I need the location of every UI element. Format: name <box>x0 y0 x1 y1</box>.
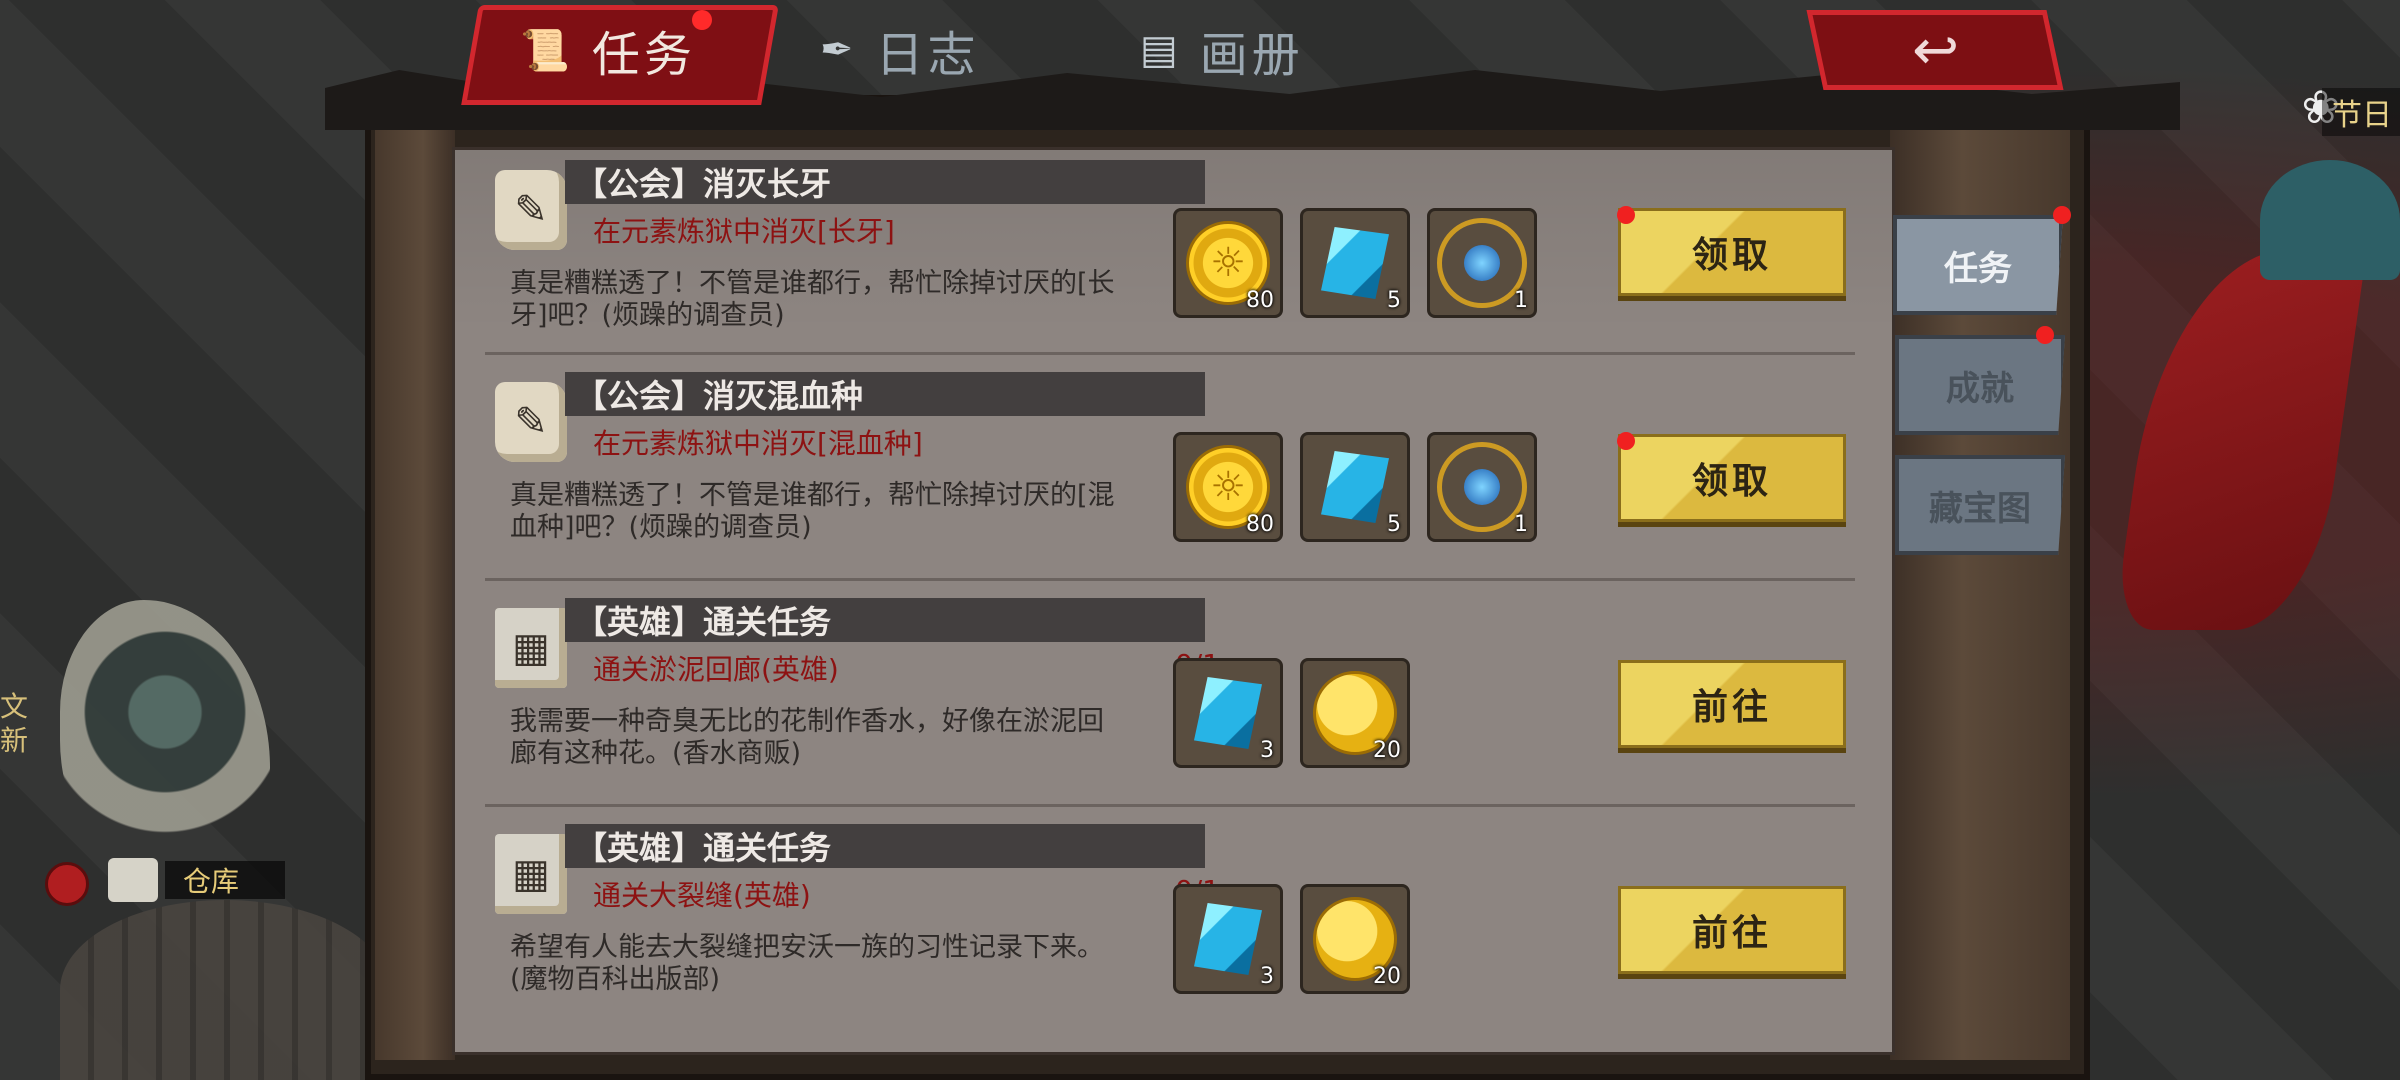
quest-title: 【公会】消灭混血种 <box>565 372 1205 416</box>
side-tab-quests-label: 任务 <box>1944 248 2012 289</box>
quest-row-1: ✎ 【公会】消灭长牙 在元素炼狱中消灭[长牙] 真是糟糕透了！不管是谁都行，帮忙… <box>485 160 1855 380</box>
side-tab-quests-badge <box>2053 206 2071 224</box>
reward-count: 1 <box>1514 512 1528 537</box>
quill-icon: ✒ <box>820 27 858 73</box>
quest-title: 【公会】消灭长牙 <box>565 160 1205 204</box>
reward-count: 1 <box>1514 288 1528 313</box>
side-tab-achievements[interactable]: 成就 <box>1895 335 2065 435</box>
quest-description: 真是糟糕透了！不管是谁都行，帮忙除掉讨厌的[混血种]吧？(烦躁的调查员) <box>510 480 1115 543</box>
barrels-scenery <box>60 900 390 1080</box>
reward-count: 80 <box>1246 512 1274 537</box>
storage-chest-icon[interactable] <box>108 858 158 902</box>
reward-slot[interactable]: ☼ 80 <box>1173 432 1283 542</box>
reward-slot[interactable]: 1 <box>1427 208 1537 318</box>
reward-count: 3 <box>1260 738 1274 763</box>
row-divider <box>485 578 1855 581</box>
tab-journal[interactable]: ✒ 日志 <box>820 10 980 90</box>
quest-objective: 在元素炼狱中消灭[混血种] <box>593 427 923 460</box>
back-button[interactable]: ↩ <box>1806 10 2064 90</box>
side-tab-achievements-label: 成就 <box>1946 368 2014 409</box>
go-button[interactable]: 前往 <box>1618 660 1846 748</box>
row-divider <box>485 804 1855 807</box>
quest-objective: 通关淤泥回廊(英雄) <box>593 653 839 686</box>
quest-title: 【英雄】通关任务 <box>565 598 1205 642</box>
storage-label[interactable]: 仓库 <box>165 861 285 899</box>
claim-badge <box>1617 206 1635 224</box>
reward-slot[interactable]: 5 <box>1300 208 1410 318</box>
scroll-icon: 📜 <box>520 27 574 74</box>
side-tab-quests[interactable]: 任务 <box>1893 215 2063 315</box>
reward-count: 5 <box>1387 288 1401 313</box>
tab-quests[interactable]: 📜 任务 <box>520 10 696 90</box>
scroll-icon: ✎ <box>495 170 567 250</box>
claim-button[interactable]: 领取 <box>1618 434 1846 522</box>
go-button[interactable]: 前往 <box>1618 886 1846 974</box>
quest-objective: 通关大裂缝(英雄) <box>593 879 811 912</box>
festival-label[interactable]: 节日 <box>2322 88 2400 136</box>
reward-count: 20 <box>1373 964 1401 989</box>
tab-quests-label: 任务 <box>591 27 696 83</box>
side-tab-achievements-badge <box>2036 326 2054 344</box>
reward-slot[interactable]: 20 <box>1300 658 1410 768</box>
quest-title: 【英雄】通关任务 <box>565 824 1205 868</box>
calendar-icon: ▦ <box>495 608 567 688</box>
reward-slot[interactable]: 1 <box>1427 432 1537 542</box>
claim-button[interactable]: 领取 <box>1618 208 1846 296</box>
reward-slot[interactable]: 5 <box>1300 432 1410 542</box>
blue-crystal-icon <box>1321 451 1389 523</box>
left-wood-panel <box>375 130 455 1060</box>
side-tab-treasure-map[interactable]: 藏宝图 <box>1895 455 2065 555</box>
claim-badge <box>1617 432 1635 450</box>
left-edge-text: 文 新 <box>0 690 29 757</box>
row-divider <box>485 352 1855 355</box>
book-icon: ▤ <box>1140 27 1182 73</box>
tab-journal-label: 日志 <box>875 27 980 83</box>
quest-row-2: ✎ 【公会】消灭混血种 在元素炼狱中消灭[混血种] 真是糟糕透了！不管是谁都行，… <box>485 372 1855 592</box>
tab-album[interactable]: ▤ 画册 <box>1140 10 1304 90</box>
blue-crystal-icon <box>1194 903 1262 975</box>
quest-description: 希望有人能去大裂缝把安沃一族的习性记录下来。(魔物百科出版部) <box>510 932 1104 995</box>
quest-objective: 在元素炼狱中消灭[长牙] <box>593 215 895 248</box>
quest-row-4: ▦ 【英雄】通关任务 通关大裂缝(英雄) 0/1 希望有人能去大裂缝把安沃一族的… <box>485 824 1855 1044</box>
reward-slot[interactable]: 3 <box>1173 658 1283 768</box>
blue-crystal-icon <box>1321 227 1389 299</box>
reward-count: 20 <box>1373 738 1401 763</box>
scroll-icon: ✎ <box>495 382 567 462</box>
side-tab-treasure-map-label: 藏宝图 <box>1929 488 2031 529</box>
reward-count: 80 <box>1246 288 1274 313</box>
reward-count: 5 <box>1387 512 1401 537</box>
character-hat-scenery <box>2260 160 2400 280</box>
reward-slot[interactable]: 3 <box>1173 884 1283 994</box>
quest-description: 我需要一种奇臭无比的花制作香水，好像在淤泥回廊有这种花。(香水商贩) <box>510 706 1104 769</box>
back-arrow-icon: ↩ <box>1911 17 1959 83</box>
reward-count: 3 <box>1260 964 1274 989</box>
reward-slot[interactable]: 20 <box>1300 884 1410 994</box>
tab-quests-badge <box>692 10 712 30</box>
storage-gem-icon <box>45 862 89 906</box>
quest-row-3: ▦ 【英雄】通关任务 通关淤泥回廊(英雄) 0/1 我需要一种奇臭无比的花制作香… <box>485 598 1855 818</box>
calendar-icon: ▦ <box>495 834 567 914</box>
quest-description: 真是糟糕透了！不管是谁都行，帮忙除掉讨厌的[长牙]吧？(烦躁的调查员) <box>510 268 1115 331</box>
tab-album-label: 画册 <box>1199 27 1304 83</box>
blue-crystal-icon <box>1194 677 1262 749</box>
reward-slot[interactable]: ☼ 80 <box>1173 208 1283 318</box>
